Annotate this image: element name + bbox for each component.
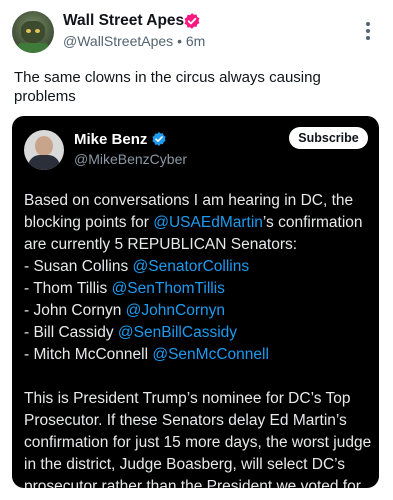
quote-body: Based on conversations I am hearing in D… xyxy=(24,190,374,488)
senator-name: - Bill Cassidy xyxy=(24,324,118,341)
quote-line: blocking points for @USAEdMartin’s confi… xyxy=(24,212,374,234)
quote-line: This is President Trump’s nominee for DC… xyxy=(24,390,351,407)
post-text-line: The same clowns in the circus always cau… xyxy=(14,69,321,86)
quote-line: in the district, Judge Boasberg, will se… xyxy=(24,456,346,473)
senator-line: - Mitch McConnell @SenMcConnell xyxy=(24,344,374,366)
quote-line: prosecutor rather than the President we … xyxy=(24,478,365,488)
avatar-eye xyxy=(35,29,40,33)
quote-line: Based on conversations I am hearing in D… xyxy=(24,192,354,209)
author-name[interactable]: Wall Street Apes xyxy=(63,12,184,30)
senator-name: - Thom Tillis xyxy=(24,280,112,297)
quote-author-handle[interactable]: @MikeBenzCyber xyxy=(74,151,187,167)
mention-link[interactable]: @SenBillCassidy xyxy=(118,324,237,341)
mention-link[interactable]: @USAEdMartin xyxy=(153,214,263,231)
more-vertical-icon xyxy=(366,29,370,33)
avatar-head xyxy=(35,136,53,156)
quote-text: blocking points for xyxy=(24,214,154,231)
mention-link[interactable]: @SenThomTillis xyxy=(112,280,225,297)
mention-link[interactable]: @SenMcConnell xyxy=(152,346,269,363)
quote-author-avatar[interactable] xyxy=(24,130,64,170)
more-vertical-icon xyxy=(366,36,370,40)
handle-time-line: @WallStreetApes • 6m xyxy=(63,33,205,49)
avatar-eye xyxy=(26,29,31,33)
senator-name: - Mitch McConnell xyxy=(24,346,153,363)
post-header: Wall Street Apes @WallStreetApes • 6m xyxy=(0,0,393,62)
senator-line: - Bill Cassidy @SenBillCassidy xyxy=(24,322,374,344)
senator-line: - Thom Tillis @SenThomTillis xyxy=(24,278,374,300)
author-handle[interactable]: @WallStreetApes xyxy=(63,33,173,49)
quoted-post-card[interactable]: Mike Benz @MikeBenzCyber Subscribe Based… xyxy=(12,116,379,488)
post-time[interactable]: 6m xyxy=(186,33,205,49)
mention-link[interactable]: @JohnCornyn xyxy=(126,302,225,319)
senator-line: - John Cornyn @JohnCornyn xyxy=(24,300,374,322)
senator-name: - Susan Collins xyxy=(24,258,133,275)
subscribe-button[interactable]: Subscribe xyxy=(289,127,368,149)
post-text: The same clowns in the circus always cau… xyxy=(14,68,379,106)
quote-text: ’s confirmation xyxy=(262,214,363,231)
quote-line: confirmation for just 15 more days, the … xyxy=(24,434,372,451)
avatar-money xyxy=(18,43,48,53)
quote-line: are currently 5 REPUBLICAN Senators: xyxy=(24,236,298,253)
author-avatar[interactable] xyxy=(12,11,54,53)
verified-badge-icon xyxy=(152,132,166,146)
more-vertical-icon xyxy=(366,22,370,26)
separator-dot: • xyxy=(177,33,182,49)
post-text-line: problems xyxy=(14,88,76,105)
quote-author-name[interactable]: Mike Benz xyxy=(74,131,147,148)
quote-line: Prosecutor. If these Senators delay Ed M… xyxy=(24,412,347,429)
more-options-button[interactable] xyxy=(362,22,374,42)
mention-link[interactable]: @SenatorCollins xyxy=(133,258,250,275)
senator-line: - Susan Collins @SenatorCollins xyxy=(24,256,374,278)
senator-name: - John Cornyn xyxy=(24,302,126,319)
verified-badge-icon xyxy=(184,13,200,29)
avatar-suit xyxy=(28,155,60,170)
avatar-face xyxy=(21,21,45,43)
